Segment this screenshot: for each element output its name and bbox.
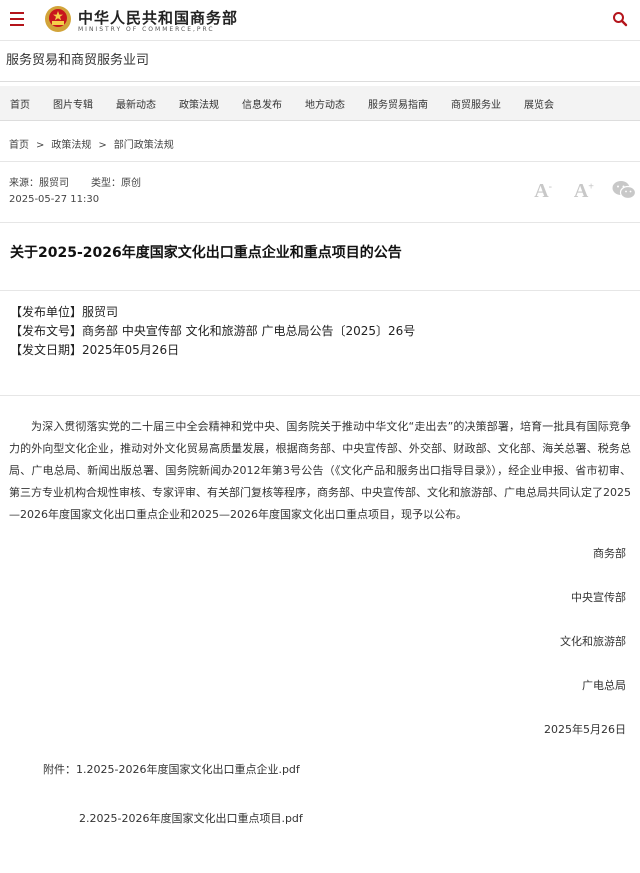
signature-radio-tv: 广电总局 [582, 679, 626, 692]
breadcrumb-dept-policy[interactable]: 部门政策法规 [114, 140, 174, 151]
menu-icon[interactable] [10, 12, 24, 26]
article-date: 2025-05-27 11:30 [9, 194, 100, 205]
font-size-decrease-button[interactable]: A- [534, 180, 552, 203]
signature-mofcom: 商务部 [593, 547, 626, 560]
logo-text[interactable]: 中华人民共和国商务部 [78, 7, 238, 28]
article-body: 为深入贯彻落实党的二十届三中全会精神和党中央、国务院关于推动中华文化“走出去”的… [0, 396, 640, 830]
article-source: 来源：服贸司 [9, 178, 69, 189]
nav-item-exhibition[interactable]: 展览会 [524, 96, 554, 111]
main-nav: 首页 图片专辑 最新动态 政策法规 信息发布 地方动态 服务贸易指南 商贸服务业… [0, 86, 640, 121]
nav-item-latest-news[interactable]: 最新动态 [116, 96, 156, 111]
national-emblem-icon[interactable] [44, 5, 72, 33]
publish-date-info: 【发文日期】2025年05月26日 [10, 343, 180, 357]
signature-date: 2025年5月26日 [544, 723, 626, 736]
breadcrumb-policy[interactable]: 政策法规 [51, 140, 91, 151]
logo-english-text: MINISTRY OF COMMERCE,PRC [78, 26, 215, 33]
article-meta: 来源：服贸司 类型：原创 2025-05-27 11:30 A- A+ [0, 162, 640, 223]
article-info: 【发布单位】服贸司 【发布文号】商务部 中央宣传部 文化和旅游部 广电总局公告〔… [0, 291, 640, 396]
department-title[interactable]: 服务贸易和商贸服务业司 [0, 41, 640, 82]
signature-culture-tourism: 文化和旅游部 [560, 635, 626, 648]
attachments-label: 附件： [43, 763, 76, 776]
nav-item-trade-guide[interactable]: 服务贸易指南 [368, 96, 428, 111]
signature-propaganda: 中央宣传部 [571, 591, 626, 604]
nav-item-info-release[interactable]: 信息发布 [242, 96, 282, 111]
nav-item-photo-album[interactable]: 图片专辑 [53, 96, 93, 111]
nav-item-local-news[interactable]: 地方动态 [305, 96, 345, 111]
article-type: 类型：原创 [91, 178, 141, 189]
font-size-increase-button[interactable]: A+ [574, 180, 594, 203]
publisher-info: 【发布单位】服贸司 [10, 305, 119, 319]
wechat-share-icon[interactable] [612, 180, 636, 200]
article-title: 关于2025-2026年度国家文化出口重点企业和重点项目的公告 [0, 223, 640, 291]
document-number-info: 【发布文号】商务部 中央宣传部 文化和旅游部 广电总局公告〔2025〕26号 [10, 324, 416, 338]
attachment-link-projects[interactable]: 2.2025-2026年度国家文化出口重点项目.pdf [79, 812, 303, 825]
top-bar: 中华人民共和国商务部 MINISTRY OF COMMERCE,PRC [0, 0, 640, 41]
attachment-link-enterprises[interactable]: 1.2025-2026年度国家文化出口重点企业.pdf [76, 763, 300, 776]
breadcrumb-separator: > [36, 140, 45, 151]
search-icon[interactable] [612, 11, 628, 27]
breadcrumb-separator: > [98, 140, 107, 151]
attachments: 附件：1.2025-2026年度国家文化出口重点企业.pdf 2.2025-20… [9, 759, 631, 830]
nav-item-policy[interactable]: 政策法规 [179, 96, 219, 111]
breadcrumb-home[interactable]: 首页 [9, 140, 29, 151]
nav-item-commerce-services[interactable]: 商贸服务业 [451, 96, 501, 111]
breadcrumb: 首页 > 政策法规 > 部门政策法规 [0, 131, 640, 162]
nav-item-home[interactable]: 首页 [10, 96, 30, 111]
signatures: 商务部 中央宣传部 文化和旅游部 广电总局 2025年5月26日 [9, 543, 631, 741]
article-paragraph: 为深入贯彻落实党的二十届三中全会精神和党中央、国务院关于推动中华文化“走出去”的… [9, 420, 631, 521]
